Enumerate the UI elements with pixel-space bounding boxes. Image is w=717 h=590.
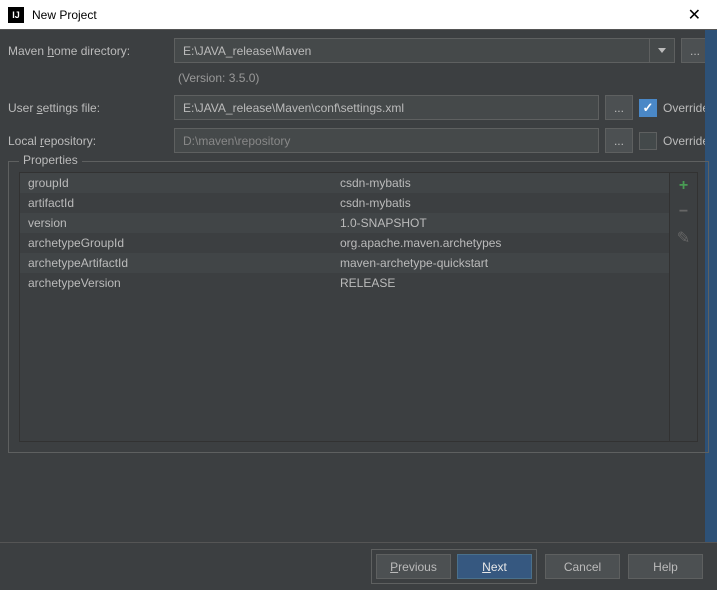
close-icon[interactable]: ✕ [680, 5, 709, 25]
property-value: 1.0-SNAPSHOT [340, 216, 669, 230]
properties-title: Properties [19, 153, 82, 167]
property-key: artifactId [20, 196, 340, 210]
app-icon: IJ [8, 7, 24, 23]
remove-icon[interactable]: − [675, 203, 693, 221]
property-value: RELEASE [340, 276, 669, 290]
window-title: New Project [32, 8, 680, 22]
table-row[interactable]: groupIdcsdn-mybatis [20, 173, 669, 193]
next-button[interactable]: Next [457, 554, 532, 579]
cancel-button[interactable]: Cancel [545, 554, 620, 579]
property-value: org.apache.maven.archetypes [340, 236, 669, 250]
maven-home-value: E:\JAVA_release\Maven [183, 44, 311, 58]
table-row[interactable]: archetypeArtifactIdmaven-archetype-quick… [20, 253, 669, 273]
maven-home-dropdown[interactable]: E:\JAVA_release\Maven [174, 38, 675, 63]
local-repo-override-checkbox[interactable] [639, 132, 657, 150]
help-button[interactable]: Help [628, 554, 703, 579]
user-settings-label: User settings file: [8, 101, 168, 115]
property-value: maven-archetype-quickstart [340, 256, 669, 270]
previous-button[interactable]: Previous [376, 554, 451, 579]
user-settings-browse-button[interactable]: ... [605, 95, 633, 120]
table-row[interactable]: version1.0-SNAPSHOT [20, 213, 669, 233]
user-settings-override-checkbox[interactable] [639, 99, 657, 117]
property-key: archetypeArtifactId [20, 256, 340, 270]
property-key: archetypeVersion [20, 276, 340, 290]
local-repo-input[interactable]: D:\maven\repository [174, 128, 599, 153]
add-icon[interactable]: + [675, 177, 693, 195]
titlebar: IJ New Project ✕ [0, 0, 717, 30]
properties-panel: Properties groupIdcsdn-mybatisartifactId… [8, 161, 709, 453]
maven-version-text: (Version: 3.5.0) [8, 71, 709, 85]
local-repo-label: Local repository: [8, 134, 168, 148]
footer: Previous Next Cancel Help [0, 542, 717, 590]
property-key: archetypeGroupId [20, 236, 340, 250]
maven-home-label: Maven home directory: [8, 44, 168, 58]
local-repo-override-label: Override [663, 134, 709, 148]
user-settings-override-label: Override [663, 101, 709, 115]
edit-icon[interactable]: ✎ [675, 229, 693, 247]
property-value: csdn-mybatis [340, 196, 669, 210]
user-settings-input[interactable]: E:\JAVA_release\Maven\conf\settings.xml [174, 95, 599, 120]
property-key: groupId [20, 176, 340, 190]
table-row[interactable]: artifactIdcsdn-mybatis [20, 193, 669, 213]
property-value: csdn-mybatis [340, 176, 669, 190]
table-row[interactable]: archetypeGroupIdorg.apache.maven.archety… [20, 233, 669, 253]
table-row[interactable]: archetypeVersionRELEASE [20, 273, 669, 293]
property-key: version [20, 216, 340, 230]
properties-table: groupIdcsdn-mybatisartifactIdcsdn-mybati… [19, 172, 698, 442]
content-area: Maven home directory: E:\JAVA_release\Ma… [0, 30, 717, 461]
local-repo-browse-button[interactable]: ... [605, 128, 633, 153]
properties-actions: + − ✎ [669, 173, 697, 441]
chevron-down-icon[interactable] [649, 38, 674, 63]
